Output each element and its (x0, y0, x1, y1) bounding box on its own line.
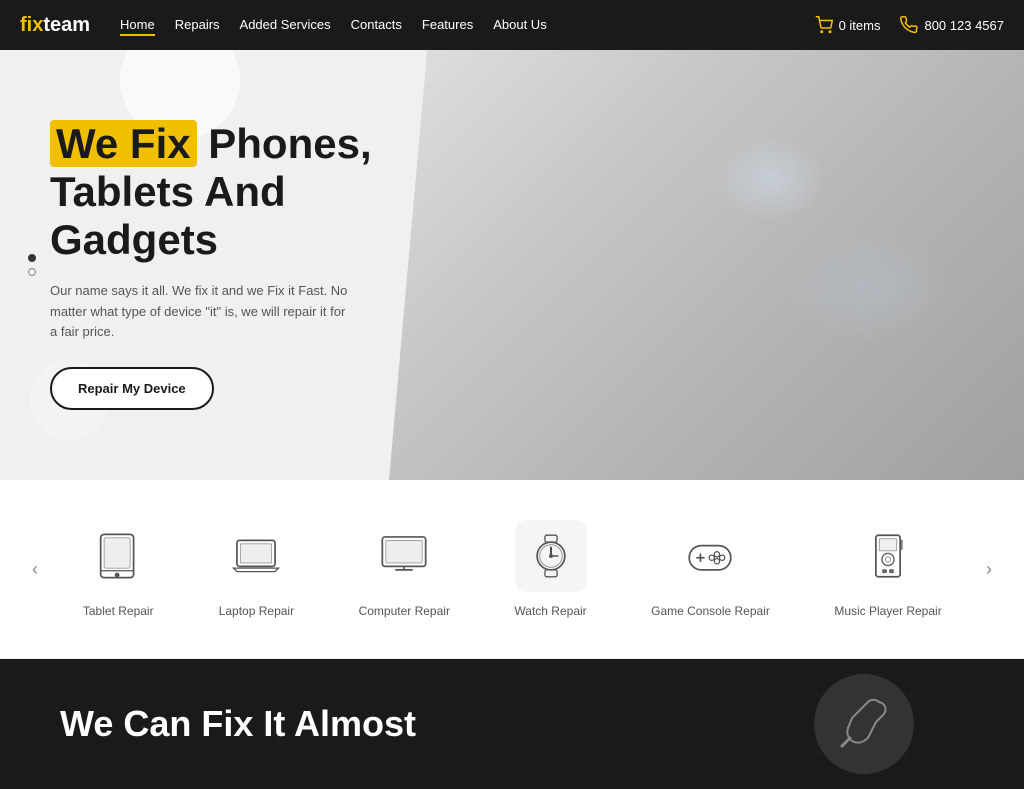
nav-home[interactable]: Home (120, 15, 155, 36)
service-item-music-player[interactable]: Music Player Repair (819, 510, 956, 628)
service-label-laptop: Laptop Repair (219, 604, 294, 618)
service-item-watch[interactable]: Watch Repair (499, 510, 601, 628)
navbar: fixteam Home Repairs Added Services Cont… (0, 0, 1024, 50)
service-label-tablet: Tablet Repair (83, 604, 154, 618)
tablet-icon (92, 530, 144, 582)
music-player-icon-wrap (852, 520, 924, 592)
hero-title: We Fix Phones, Tablets And Gadgets (50, 120, 372, 265)
slider-dot-1[interactable] (28, 254, 36, 262)
cart-area[interactable]: 0 items (815, 16, 881, 34)
logo-prefix: fix (20, 14, 43, 36)
nav-about[interactable]: About Us (493, 15, 546, 36)
service-label-watch: Watch Repair (514, 604, 586, 618)
nav-right: 0 items 800 123 4567 (815, 16, 1004, 34)
service-item-gamepad[interactable]: Game Console Repair (636, 510, 785, 628)
laptop-icon-wrap (220, 520, 292, 592)
nav-links: Home Repairs Added Services Contacts Fea… (120, 15, 815, 36)
tool-icon-circle (814, 674, 914, 774)
logo-suffix: team (43, 14, 90, 36)
nav-added-services[interactable]: Added Services (240, 15, 331, 36)
bottom-right-area (764, 659, 964, 789)
hero-content: We Fix Phones, Tablets And Gadgets Our n… (0, 120, 422, 410)
services-section: ‹ Tablet Repair (0, 480, 1024, 659)
service-item-computer[interactable]: Computer Repair (344, 510, 465, 628)
nav-contacts[interactable]: Contacts (351, 15, 402, 36)
service-label-computer: Computer Repair (359, 604, 450, 618)
watch-icon (525, 530, 577, 582)
hero-subtitle: Our name says it all. We fix it and we F… (50, 281, 350, 343)
computer-icon-wrap (368, 520, 440, 592)
hero-title-highlight: We Fix (50, 120, 197, 167)
service-label-music-player: Music Player Repair (834, 604, 941, 618)
hero-background-image (389, 50, 1024, 480)
hero-section: We Fix Phones, Tablets And Gadgets Our n… (0, 50, 1024, 480)
nav-features[interactable]: Features (422, 15, 473, 36)
tablet-icon-wrap (82, 520, 154, 592)
gamepad-icon (684, 530, 736, 582)
phone-number: 800 123 4567 (924, 18, 1004, 33)
gamepad-icon-wrap (674, 520, 746, 592)
bottom-title: We Can Fix It Almost (60, 703, 764, 745)
repair-cta-button[interactable]: Repair My Device (50, 367, 214, 410)
monitor-icon (378, 530, 430, 582)
slider-dot-2[interactable] (28, 268, 36, 276)
service-item-laptop[interactable]: Laptop Repair (204, 510, 309, 628)
nav-repairs[interactable]: Repairs (175, 15, 220, 36)
slider-dots (28, 254, 36, 276)
repair-scene-overlay (389, 50, 1024, 480)
carousel-next-button[interactable]: › (974, 554, 1004, 584)
carousel-prev-button[interactable]: ‹ (20, 554, 50, 584)
bottom-section: We Can Fix It Almost (0, 659, 1024, 789)
laptop-icon (230, 530, 282, 582)
services-list: Tablet Repair Laptop Repair (50, 510, 974, 628)
service-item-tablet[interactable]: Tablet Repair (67, 510, 169, 628)
logo[interactable]: fixteam (20, 14, 90, 37)
phone-icon (900, 16, 918, 34)
phone-area[interactable]: 800 123 4567 (900, 16, 1004, 34)
cart-count: 0 items (839, 18, 881, 33)
music-player-icon (862, 530, 914, 582)
wrench-icon (834, 694, 894, 754)
service-label-gamepad: Game Console Repair (651, 604, 770, 618)
cart-icon (815, 16, 833, 34)
watch-icon-wrap (515, 520, 587, 592)
